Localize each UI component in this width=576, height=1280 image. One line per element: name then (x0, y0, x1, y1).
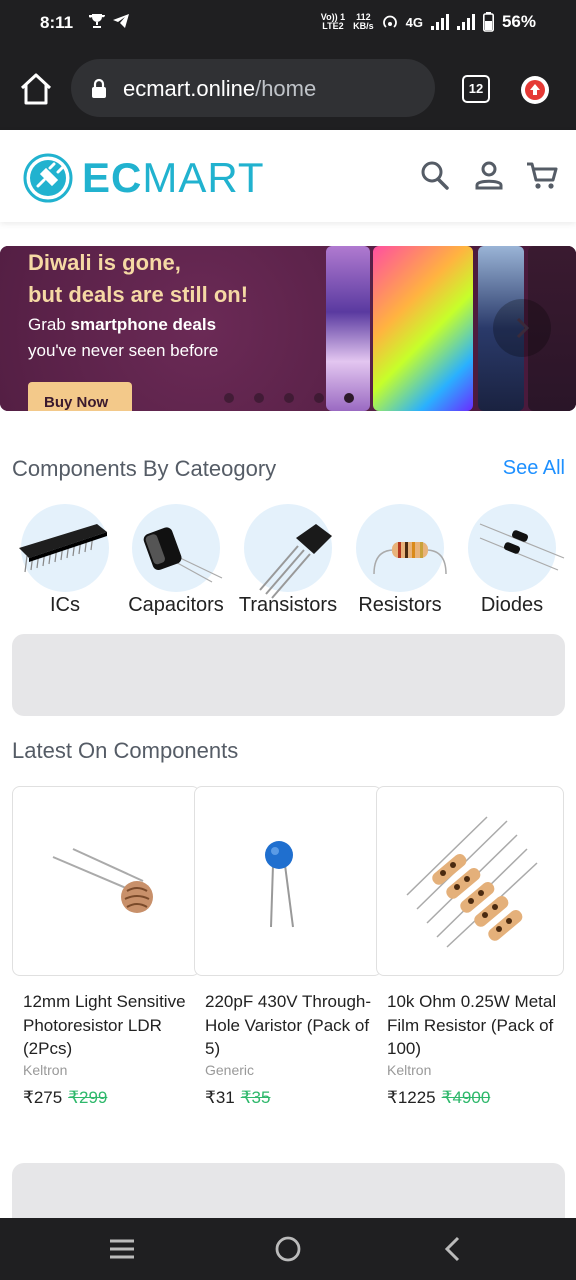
category-resistors[interactable]: Resistors (344, 504, 456, 617)
tab-switcher-button[interactable]: 12 (462, 75, 490, 103)
category-ics[interactable]: ICs (9, 504, 121, 617)
phone-image (373, 246, 473, 411)
product-image (376, 786, 564, 976)
product-brand: Keltron (23, 1061, 68, 1078)
photoresistor-image (52, 848, 153, 913)
product-card[interactable]: 220pF 430V Through-Hole Varistor (Pack o… (194, 786, 384, 1146)
product-brand: Generic (205, 1061, 255, 1078)
product-brand: Keltron (387, 1061, 432, 1078)
category-label: Resistors (358, 594, 442, 616)
signal-icon (430, 14, 449, 30)
search-icon[interactable] (420, 158, 450, 192)
diode-icon (479, 523, 565, 571)
browser-toolbar: ecmart.online/home 12 (0, 48, 576, 130)
chevron-right-icon (516, 317, 530, 339)
product-card[interactable]: 12mm Light Sensitive Photoresistor LDR (… (12, 786, 202, 1146)
category-list: ICs Capacitors Transistors Resistors Dio… (0, 504, 576, 624)
product-old-price: ₹299 (68, 1087, 108, 1107)
carousel-dot[interactable] (224, 393, 234, 403)
home-nav-icon[interactable] (274, 1235, 302, 1263)
carousel-dots (224, 393, 354, 403)
product-image (194, 786, 382, 976)
see-all-link[interactable]: See All (503, 457, 565, 480)
banner-headline-2: but deals are still on! (28, 282, 249, 307)
android-nav-bar (0, 1218, 576, 1280)
category-label: ICs (50, 594, 80, 616)
capacitor-icon (143, 527, 223, 583)
url-path: /home (255, 76, 317, 101)
carousel-dot[interactable] (284, 393, 294, 403)
banner-subline-2: you've never seen before (28, 341, 219, 360)
speed-unit: KB/s (353, 21, 374, 31)
resistor-pack-image (406, 816, 538, 948)
battery-percent: 56% (501, 12, 536, 31)
status-notification-icons (88, 12, 130, 30)
category-transistors[interactable]: Transistors (232, 504, 344, 617)
trophy-icon (89, 14, 106, 28)
category-label: Capacitors (128, 594, 224, 616)
telegram-icon (113, 14, 129, 28)
category-label: Diodes (480, 594, 544, 616)
url-domain: ecmart.online (123, 76, 256, 101)
lock-icon (92, 78, 106, 98)
url-text: ecmart.online/home (123, 76, 316, 102)
signal-2-icon (456, 14, 475, 30)
logo-mart: MART (142, 154, 265, 201)
lte-label-bottom: LTE2 (322, 21, 344, 31)
product-old-price: ₹4900 (441, 1087, 491, 1107)
resistor-icon (373, 542, 447, 575)
category-capacitors[interactable]: Capacitors (120, 504, 232, 617)
address-bar[interactable]: ecmart.online/home (71, 59, 435, 117)
cart-icon[interactable] (525, 158, 559, 192)
status-time: 8:11 (40, 13, 74, 32)
latest-title: Latest On Components (12, 738, 239, 763)
status-bar: 8:11 Vo)) 1 LTE2 112 KB/s 4G 56% (0, 0, 576, 48)
carousel-dot[interactable] (314, 393, 324, 403)
buy-now-button[interactable]: Buy Now (28, 382, 132, 411)
product-name: 220pF 430V Through-Hole Varistor (Pack o… (205, 992, 372, 1058)
update-button[interactable] (521, 76, 549, 104)
plug-logo-icon[interactable] (22, 152, 74, 204)
product-price: ₹31 ₹35 (205, 1087, 271, 1107)
site-logo[interactable]: ECMART (82, 154, 265, 202)
banner-next-button[interactable] (493, 299, 551, 357)
product-image (12, 786, 200, 976)
phone-image (326, 246, 370, 411)
banner-subline-1: Grab smartphone deals (28, 315, 217, 334)
network-type: 4G (405, 14, 423, 30)
carousel-dot-active[interactable] (344, 393, 354, 403)
status-system-icons: Vo)) 1 LTE2 112 KB/s 4G 56% (321, 12, 536, 32)
account-icon[interactable] (474, 158, 504, 192)
hotspot-icon (382, 15, 397, 28)
recent-apps-icon[interactable] (108, 1238, 136, 1260)
product-card[interactable]: 10k Ohm 0.25W Metal Film Resistor (Pack … (376, 786, 566, 1146)
category-diodes[interactable]: Diodes (456, 504, 568, 617)
site-header: ECMART (0, 130, 576, 222)
product-name: 12mm Light Sensitive Photoresistor LDR (… (23, 992, 186, 1058)
varistor-image (265, 841, 294, 928)
product-old-price: ₹35 (240, 1087, 271, 1107)
banner-headline-1: Diwali is gone, (28, 250, 181, 275)
placeholder-banner (12, 634, 565, 716)
home-icon[interactable] (18, 72, 54, 106)
product-price: ₹1225 ₹4900 (387, 1087, 491, 1107)
back-icon[interactable] (442, 1236, 462, 1262)
product-name: 10k Ohm 0.25W Metal Film Resistor (Pack … (387, 992, 557, 1058)
arrow-up-icon (525, 80, 545, 100)
categories-title: Components By Cateogory (12, 456, 277, 481)
battery-icon (482, 12, 494, 32)
ic-chip-icon (19, 524, 107, 573)
product-price: ₹275 ₹299 (23, 1087, 108, 1107)
logo-ec: EC (82, 154, 143, 201)
promo-banner[interactable]: Diwali is gone, but deals are still on! … (0, 246, 576, 411)
transistor-icon (259, 524, 332, 599)
carousel-dot[interactable] (254, 393, 264, 403)
